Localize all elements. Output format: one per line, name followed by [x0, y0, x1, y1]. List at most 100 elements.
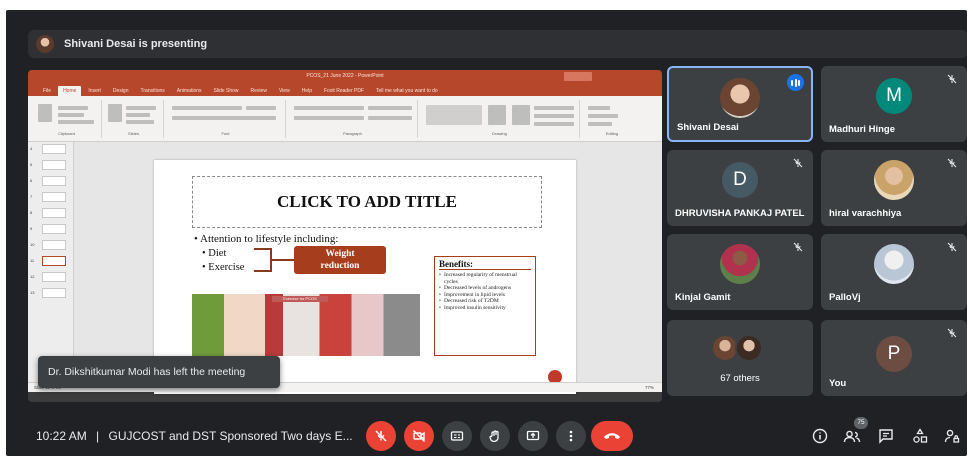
- meet-window: Shivani Desai is presenting PCOS_21 June…: [6, 10, 967, 456]
- tile-dhruvisha-patel[interactable]: D DHRUVISHA PANKAJ PATEL: [667, 150, 813, 226]
- participant-name: Shivani Desai: [677, 122, 739, 133]
- participant-avatar: [874, 244, 914, 284]
- ribbon-group-editing: Editing: [582, 100, 642, 138]
- participant-name: Madhuri Hinge: [829, 124, 895, 135]
- ppt-titlebar: PCOS_21 June 2022 - PowerPoint: [28, 70, 662, 84]
- people-count-badge: 75: [854, 417, 868, 429]
- ppt-tab-insert: Insert: [88, 88, 101, 94]
- tile-others[interactable]: 67 others: [667, 320, 813, 396]
- camera-off-icon: [413, 430, 425, 442]
- bullet-exercise: • Exercise: [202, 262, 245, 273]
- activities-icon: [913, 428, 928, 443]
- activities-button[interactable]: [910, 426, 930, 446]
- present-button[interactable]: [518, 421, 548, 451]
- bracket-connector: [272, 259, 294, 261]
- ppt-body: 4 5 6 7 8 9 10 11 12 13 CLICK TO ADD TIT…: [28, 142, 662, 394]
- mic-off-icon: [793, 242, 803, 252]
- mic-off-icon: [947, 158, 957, 168]
- mic-off-icon: [947, 328, 957, 338]
- participant-name: Kinjal Gamit: [675, 292, 731, 303]
- info-separator: |: [96, 429, 100, 443]
- left-meeting-toast: Dr. Dikshitkumar Modi has left the meeti…: [38, 356, 280, 388]
- other-avatar: [735, 334, 763, 362]
- ribbon-group-drawing: Drawing: [420, 100, 580, 138]
- ribbon-group-slides: Slides: [104, 100, 164, 138]
- ppt-signin-button: [564, 72, 592, 81]
- ppt-tab-animations: Animations: [176, 88, 202, 94]
- participant-avatar: [720, 78, 760, 118]
- toast-text: Dr. Dikshitkumar Modi has left the meeti…: [48, 366, 246, 378]
- ribbon-group-font: Font: [166, 100, 286, 138]
- tile-madhuri-hinge[interactable]: M Madhuri Hinge: [821, 66, 967, 142]
- tile-shivani-desai[interactable]: Shivani Desai: [667, 66, 813, 142]
- slide-title: CLICK TO ADD TITLE: [277, 192, 457, 211]
- speaking-indicator-icon: [787, 74, 804, 91]
- captions-button[interactable]: [442, 421, 472, 451]
- participant-avatar: P: [876, 336, 912, 372]
- tile-hiral-varachhiya[interactable]: hiral varachhiya: [821, 150, 967, 226]
- camera-toggle-button[interactable]: [404, 421, 434, 451]
- more-options-button[interactable]: [556, 421, 586, 451]
- screen-share[interactable]: PCOS_21 June 2022 - PowerPoint File Home…: [28, 70, 662, 402]
- tile-pallovj[interactable]: PalloVj: [821, 234, 967, 310]
- ribbon-group-clipboard: Clipboard: [32, 100, 102, 138]
- captions-icon: [450, 431, 464, 441]
- participant-avatar: [720, 244, 760, 284]
- participant-name: DHRUVISHA PANKAJ PATEL: [675, 208, 805, 219]
- benefit-item: Increased regularity of menstrual cycles: [439, 272, 531, 285]
- people-icon: [843, 430, 861, 443]
- lock-person-icon: [944, 429, 960, 443]
- weight-reduction-box: Weight reduction: [294, 246, 386, 274]
- presenter-text: Shivani Desai is presenting: [64, 38, 208, 50]
- clock-time: 10:22 AM: [36, 429, 87, 443]
- ppt-tell-me: Tell me what you want to do: [376, 88, 438, 94]
- end-call-icon: [604, 433, 620, 439]
- ppt-tab-foxit: Foxit Reader PDF: [323, 88, 364, 94]
- benefit-item: Decreased risk of T2DM: [439, 298, 531, 305]
- benefits-box: Benefits: Increased regularity of menstr…: [434, 256, 536, 356]
- mic-toggle-button[interactable]: [366, 421, 396, 451]
- presenter-bar: Shivani Desai is presenting: [28, 30, 967, 58]
- participant-avatar: [874, 160, 914, 200]
- ppt-tab-file: File: [43, 88, 52, 94]
- meeting-title: GUJCOST and DST Sponsored Two days E...: [108, 429, 353, 443]
- mic-off-icon: [793, 158, 803, 168]
- bullet-main: • Attention to lifestyle including:: [194, 233, 339, 245]
- participant-name: You: [829, 378, 847, 389]
- mic-off-icon: [947, 74, 957, 84]
- tile-you[interactable]: P You: [821, 320, 967, 396]
- weight-box-line-2: reduction: [320, 261, 360, 271]
- mic-off-icon: [947, 242, 957, 252]
- ppt-tab-slideshow: Slide Show: [213, 88, 239, 94]
- ppt-tabs: File Home Insert Design Transitions Anim…: [28, 84, 662, 96]
- ppt-tab-home: Home: [58, 86, 82, 96]
- raise-hand-button[interactable]: [480, 421, 510, 451]
- raise-hand-icon: [489, 430, 499, 442]
- bracket-shape: [254, 248, 272, 272]
- participant-avatar: D: [722, 162, 758, 198]
- tile-kinjal-gamit[interactable]: Kinjal Gamit: [667, 234, 813, 310]
- exercise-photo: Exercise for PCOS: [192, 294, 420, 356]
- more-icon: [569, 430, 573, 442]
- meeting-details-button[interactable]: [810, 426, 830, 446]
- ppt-tab-help: Help: [301, 88, 312, 94]
- participant-avatar: M: [876, 78, 912, 114]
- end-call-button[interactable]: [591, 421, 633, 451]
- host-controls-button[interactable]: [942, 426, 962, 446]
- meeting-info: 10:22 AM | GUJCOST and DST Sponsored Two…: [36, 429, 353, 443]
- weight-box-line-1: Weight: [325, 249, 355, 259]
- ribbon-group-paragraph: Paragraph: [288, 100, 418, 138]
- present-icon: [526, 430, 540, 441]
- people-button[interactable]: [842, 426, 862, 446]
- info-icon: [812, 428, 828, 444]
- bullet-diet: • Diet: [202, 248, 227, 259]
- others-count: 67 others: [720, 373, 760, 384]
- ppt-tab-transitions: Transitions: [140, 88, 165, 94]
- mic-off-icon: [375, 430, 387, 442]
- benefits-title: Benefits:: [439, 259, 531, 270]
- ppt-tab-review: Review: [250, 88, 267, 94]
- slide-thumbnails: 4 5 6 7 8 9 10 11 12 13: [28, 142, 74, 392]
- presenter-avatar: [36, 35, 54, 53]
- benefit-item: Improved insulin sensitivity: [439, 305, 531, 312]
- chat-button[interactable]: [876, 426, 896, 446]
